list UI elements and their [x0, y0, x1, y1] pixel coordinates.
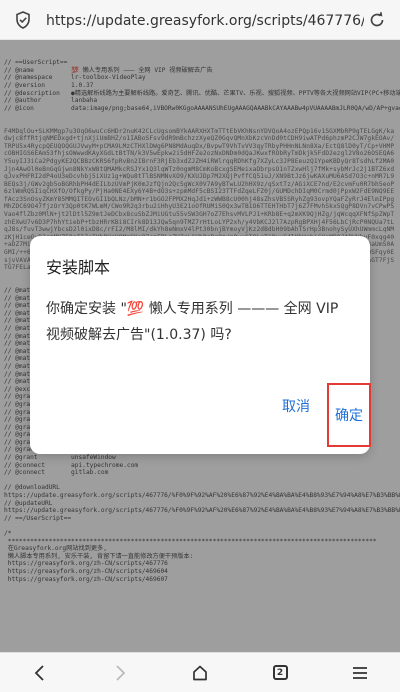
install-script-dialog: 安装脚本 你确定安装 "💯 懒人专用系列 ——— 全网 VIP 视频破解去广告"…: [30, 236, 371, 454]
dialog-message-emoji: 💯: [126, 301, 145, 317]
bottom-navigation: 2: [0, 652, 400, 692]
dialog-message: 你确定安装 "💯 懒人专用系列 ——— 全网 VIP 视频破解去广告"(1.0.…: [46, 296, 356, 348]
forward-icon[interactable]: [100, 655, 140, 691]
url-text: https://update.greasyfork.org/scripts/46…: [46, 12, 364, 29]
dialog-message-prefix: 你确定安装 ": [46, 301, 127, 317]
menu-icon[interactable]: [340, 655, 380, 691]
reload-icon[interactable]: [364, 7, 390, 33]
back-icon[interactable]: [20, 655, 60, 691]
url-field[interactable]: https://update.greasyfork.org/scripts/46…: [36, 10, 364, 30]
dialog-title: 安装脚本: [46, 258, 111, 277]
tabs-icon[interactable]: 2: [260, 655, 300, 691]
tab-count: 2: [272, 665, 288, 680]
address-bar: https://update.greasyfork.org/scripts/46…: [0, 0, 400, 40]
shield-icon[interactable]: [10, 7, 36, 33]
cancel-button[interactable]: 取消: [282, 396, 310, 416]
confirm-button[interactable]: 确定: [327, 383, 371, 447]
home-icon[interactable]: [180, 655, 220, 691]
